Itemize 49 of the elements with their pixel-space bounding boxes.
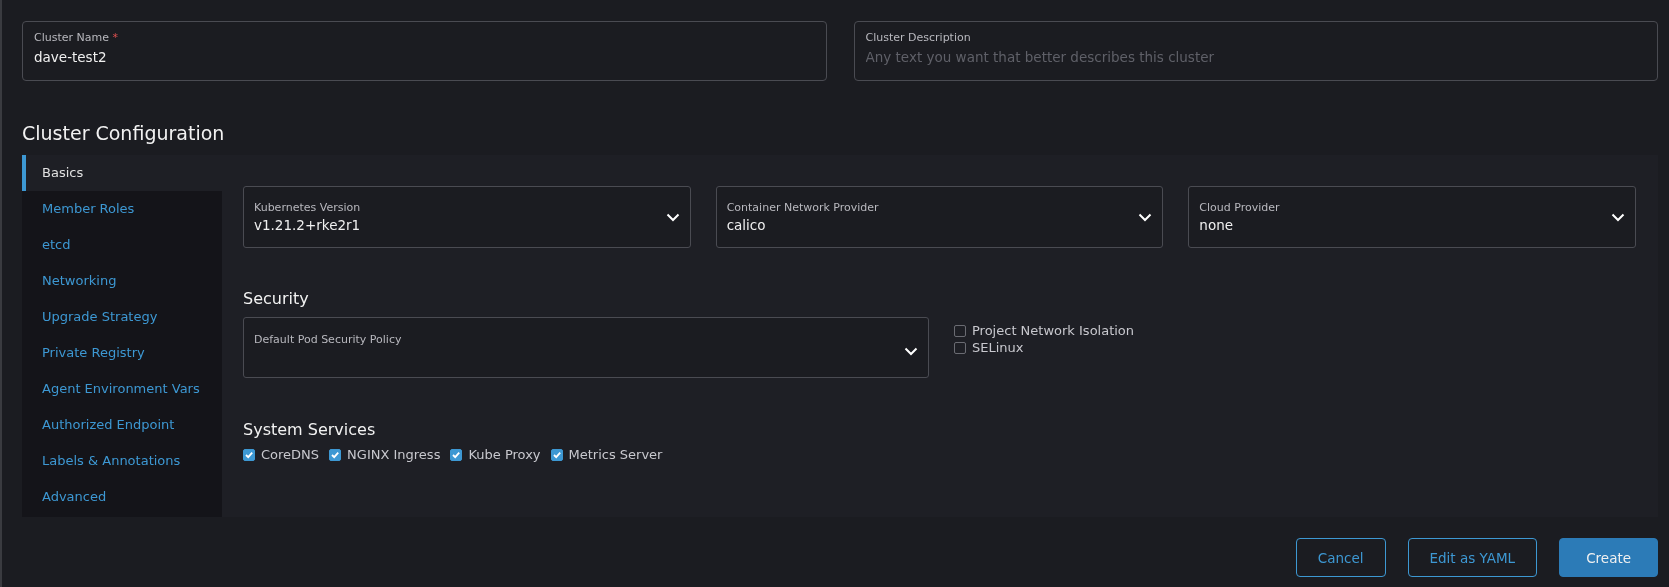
checkbox[interactable]: [954, 341, 966, 354]
field-label: Cluster Description: [865, 31, 972, 44]
select-field[interactable]: Container Network Provider calico: [715, 186, 1164, 248]
sidebar-item[interactable]: Networking: [22, 263, 222, 299]
cluster-description-field[interactable]: Cluster Description Any text you want that better describes this cluster: [853, 21, 1658, 81]
sidebar-item[interactable]: Private Registry: [22, 335, 222, 371]
chevron-down-icon: [1611, 212, 1625, 222]
checkbox[interactable]: [329, 448, 342, 461]
section-heading: Security: [243, 289, 310, 308]
field-label: Kubernetes Version: [254, 201, 362, 214]
checkbox-label: Project Network Isolation: [972, 323, 1135, 338]
checkbox-label: Metrics Server: [568, 447, 663, 462]
field-label: Cluster Name *: [34, 31, 119, 44]
checkbox-label: NGINX Ingress: [347, 447, 441, 462]
sidebar-item[interactable]: Advanced: [22, 479, 222, 515]
select-field[interactable]: Kubernetes Version v1.21.2+rke2r1: [243, 186, 691, 248]
cluster-description-input[interactable]: Any text you want that better describes this cluster: [865, 49, 1646, 65]
sidebar-item[interactable]: Basics: [22, 155, 222, 191]
sidebar-item[interactable]: Upgrade Strategy: [22, 299, 222, 335]
sidebar-item[interactable]: Labels & Annotations: [22, 443, 222, 479]
select-field[interactable]: Cloud Provider none: [1188, 186, 1636, 248]
sidebar-item[interactable]: etcd: [22, 227, 222, 263]
chevron-down-icon: [665, 212, 680, 222]
chevron-down-icon: [1138, 212, 1153, 222]
field-label: Default Pod Security Policy: [254, 333, 403, 346]
chevron-down-icon: [904, 347, 918, 356]
checkbox[interactable]: [550, 448, 563, 461]
checkbox[interactable]: [450, 448, 463, 461]
field-label: Container Network Provider: [726, 201, 880, 214]
checkbox-label: SELinux: [972, 340, 1024, 355]
select-value: calico: [726, 217, 767, 233]
checkbox-label: CoreDNS: [261, 447, 320, 462]
action-button[interactable]: Edit as YAML: [1407, 538, 1538, 577]
create-button[interactable]: Create: [1559, 538, 1658, 577]
cluster-name-field[interactable]: Cluster Name * dave-test2: [22, 21, 827, 81]
section-heading: System Services: [243, 420, 377, 439]
checkbox[interactable]: [243, 448, 255, 461]
action-button[interactable]: Cancel: [1295, 538, 1386, 577]
sidebar-item[interactable]: Authorized Endpoint: [22, 407, 222, 443]
cluster-name-input[interactable]: dave-test2: [34, 49, 815, 65]
select-value: v1.21.2+rke2r1: [254, 217, 362, 233]
select-value: none: [1199, 217, 1235, 233]
field-label: Cloud Provider: [1199, 201, 1281, 214]
select-field[interactable]: Default Pod Security Policy: [243, 317, 929, 378]
sidebar-item[interactable]: Agent Environment Vars: [22, 371, 222, 407]
sidebar-item[interactable]: Member Roles: [22, 191, 222, 227]
section-title: Cluster Configuration: [22, 122, 226, 144]
checkbox[interactable]: [954, 324, 966, 337]
checkbox-label: Kube Proxy: [468, 447, 541, 462]
